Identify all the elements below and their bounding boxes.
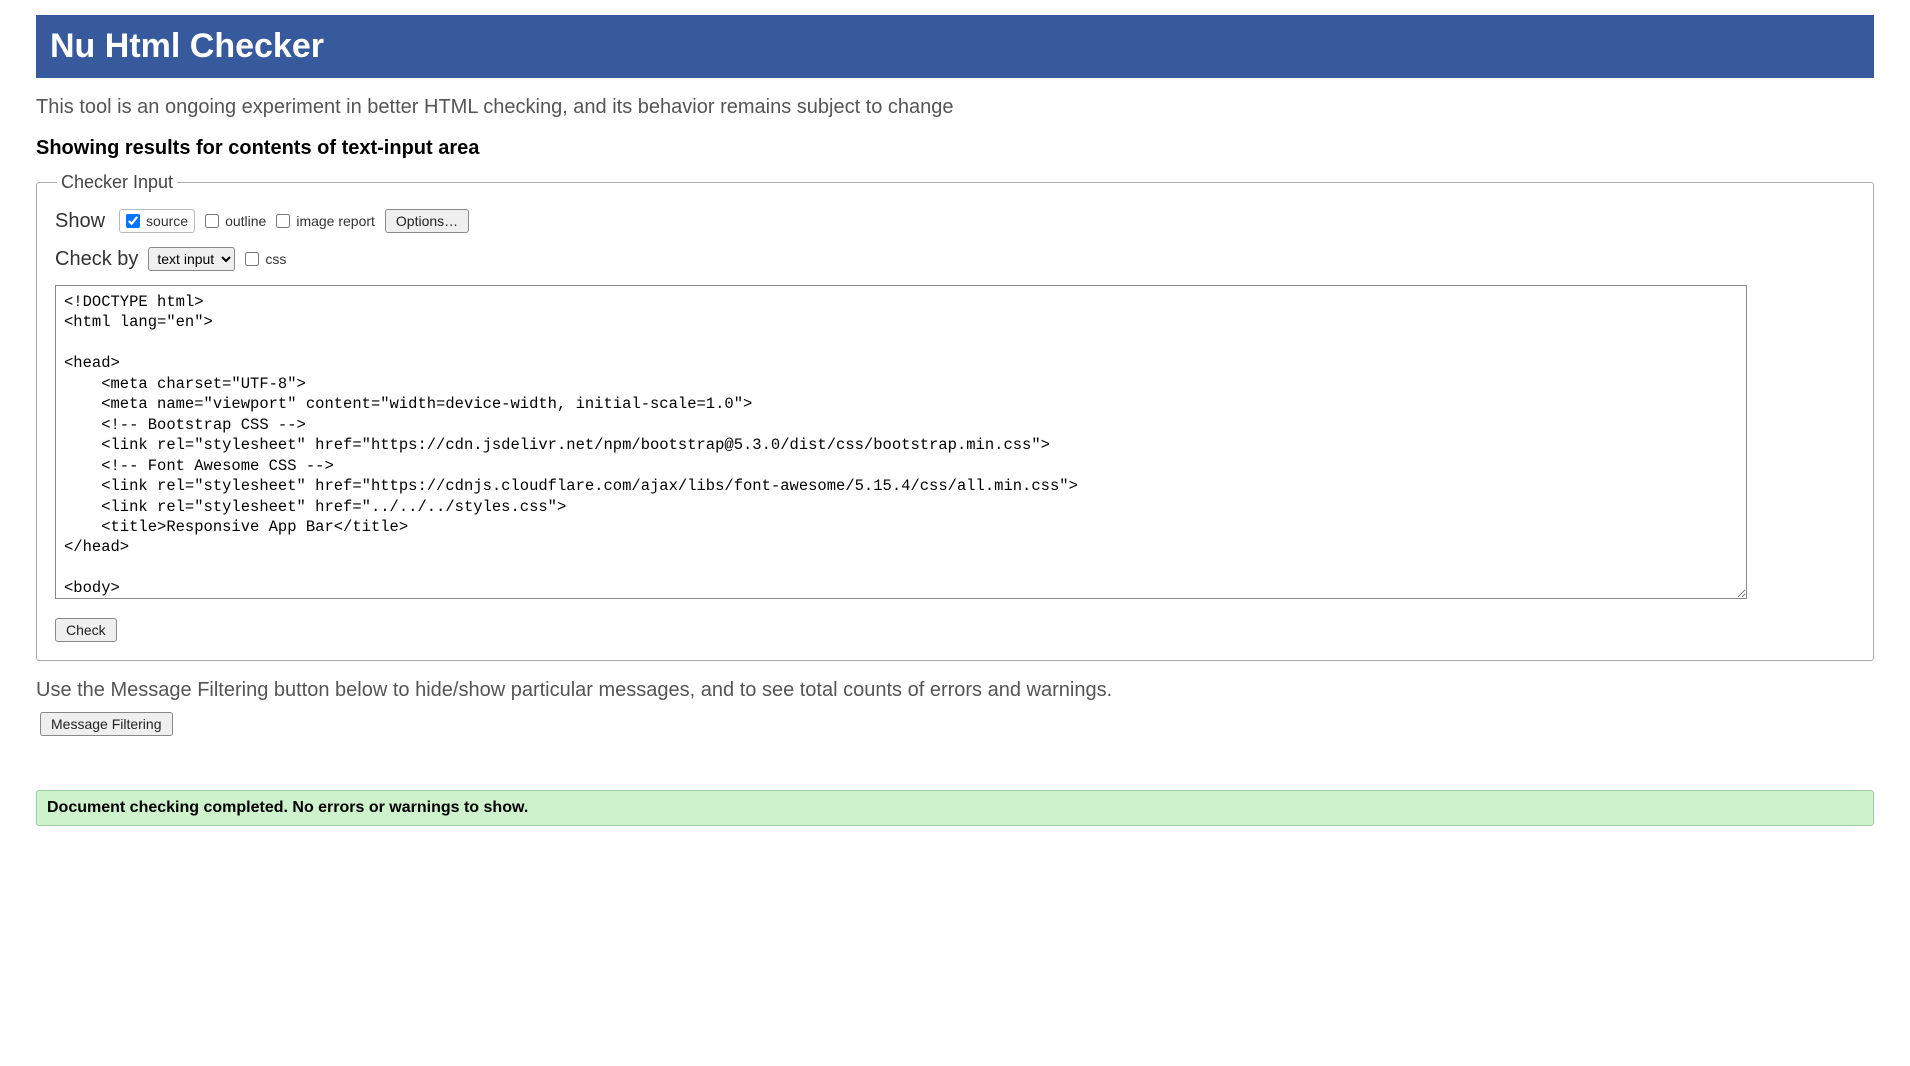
checker-input-fieldset: Checker Input Show source outline image … (36, 172, 1874, 661)
success-message: Document checking completed. No errors o… (47, 799, 528, 816)
header-banner: Nu Html Checker (36, 15, 1874, 78)
checkby-label: Check by (55, 248, 138, 271)
checker-input-legend: Checker Input (57, 172, 177, 193)
source-checkbox[interactable] (126, 214, 140, 228)
image-report-checkbox-label: image report (296, 213, 375, 229)
filtering-help-text: Use the Message Filtering button below t… (36, 679, 1874, 702)
css-checkbox-group[interactable]: css (245, 251, 286, 267)
show-label: Show (55, 210, 105, 233)
checkby-select[interactable]: text input (148, 247, 235, 271)
success-banner: Document checking completed. No errors o… (36, 790, 1874, 826)
outline-checkbox[interactable] (205, 214, 219, 228)
outline-checkbox-group[interactable]: outline (205, 213, 266, 229)
outline-checkbox-label: outline (225, 213, 266, 229)
source-checkbox-label: source (146, 213, 188, 229)
source-checkbox-group[interactable]: source (119, 209, 195, 233)
css-checkbox-label: css (265, 251, 286, 267)
page-title: Nu Html Checker (50, 27, 1860, 66)
image-report-checkbox-group[interactable]: image report (276, 213, 375, 229)
show-row: Show source outline image report Options… (55, 209, 1855, 233)
css-checkbox[interactable] (245, 252, 259, 266)
check-button-row: Check (55, 618, 1855, 642)
check-button[interactable]: Check (55, 618, 117, 642)
subtitle-text: This tool is an ongoing experiment in be… (36, 96, 1874, 119)
image-report-checkbox[interactable] (276, 214, 290, 228)
source-textarea[interactable] (55, 285, 1747, 599)
checkby-row: Check by text input css (55, 247, 1855, 271)
results-heading: Showing results for contents of text-inp… (36, 137, 1874, 160)
options-button[interactable]: Options… (385, 209, 469, 233)
message-filtering-button[interactable]: Message Filtering (40, 712, 173, 736)
